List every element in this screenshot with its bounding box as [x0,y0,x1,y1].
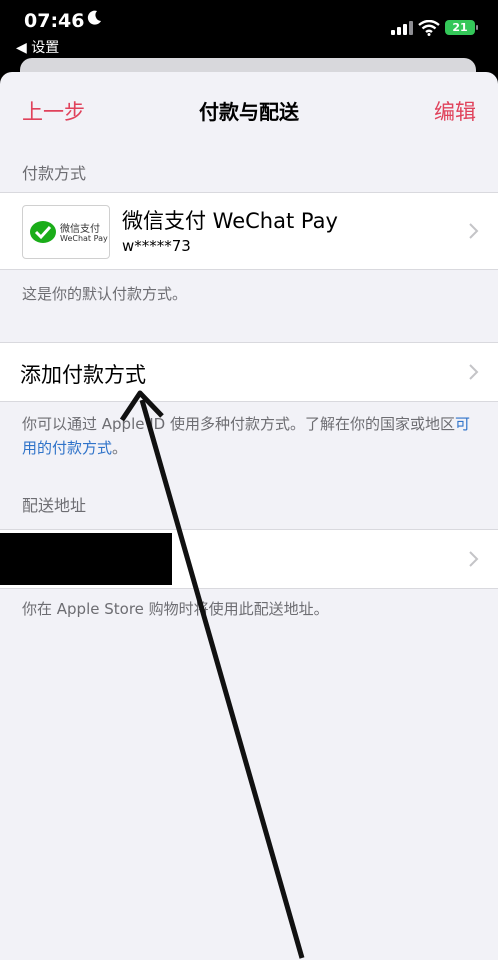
moon-icon [87,10,101,25]
battery-indicator: 21 [445,20,478,35]
status-time: 07:46 [24,10,85,32]
payment-info-text-end: 。 [112,439,128,457]
wechat-pay-icon [30,221,56,243]
chevron-right-icon [469,551,479,567]
status-bar: 07:46 ◀ 设置 21 [0,0,498,60]
wechat-pay-logo: 微信支付 WeChat Pay [22,205,110,259]
payment-shipping-sheet: 上一步 付款与配送 编辑 付款方式 微信支付 WeChat Pay 微信支付 W… [0,72,498,960]
add-payment-method-row[interactable]: 添加付款方式 [0,342,498,402]
wifi-icon [418,20,440,36]
payment-method-title: 微信支付 WeChat Pay [122,209,338,233]
cellular-signal-icon [391,21,413,35]
battery-level: 21 [452,21,468,34]
logo-cn-text: 微信支付 [60,224,100,235]
default-payment-note: 这是你的默认付款方式。 [22,285,188,303]
shipping-address-row[interactable] [0,529,498,589]
edit-button[interactable]: 编辑 [434,96,476,126]
add-payment-method-label: 添加付款方式 [20,363,146,387]
payment-info-text: 你可以通过 Apple ID 使用多种付款方式。了解在你的国家或地区 [22,415,455,433]
chevron-right-icon [469,364,479,380]
back-to-settings-link[interactable]: ◀ 设置 [16,37,59,57]
payment-info-note: 你可以通过 Apple ID 使用多种付款方式。了解在你的国家或地区可用的付款方… [22,412,478,460]
wechat-pay-row[interactable]: 微信支付 WeChat Pay 微信支付 WeChat Pay w*****73 [0,192,498,270]
payment-section-label: 付款方式 [22,164,87,183]
shipping-note: 你在 Apple Store 购物时将使用此配送地址。 [22,600,329,618]
chevron-right-icon [469,223,479,239]
shipping-section-label: 配送地址 [22,496,87,515]
logo-en-text: WeChat Pay [60,234,108,243]
navigation-bar: 上一步 付款与配送 编辑 [0,72,498,147]
payment-account: w*****73 [122,237,191,255]
page-title: 付款与配送 [199,100,299,124]
redacted-address [0,533,172,585]
